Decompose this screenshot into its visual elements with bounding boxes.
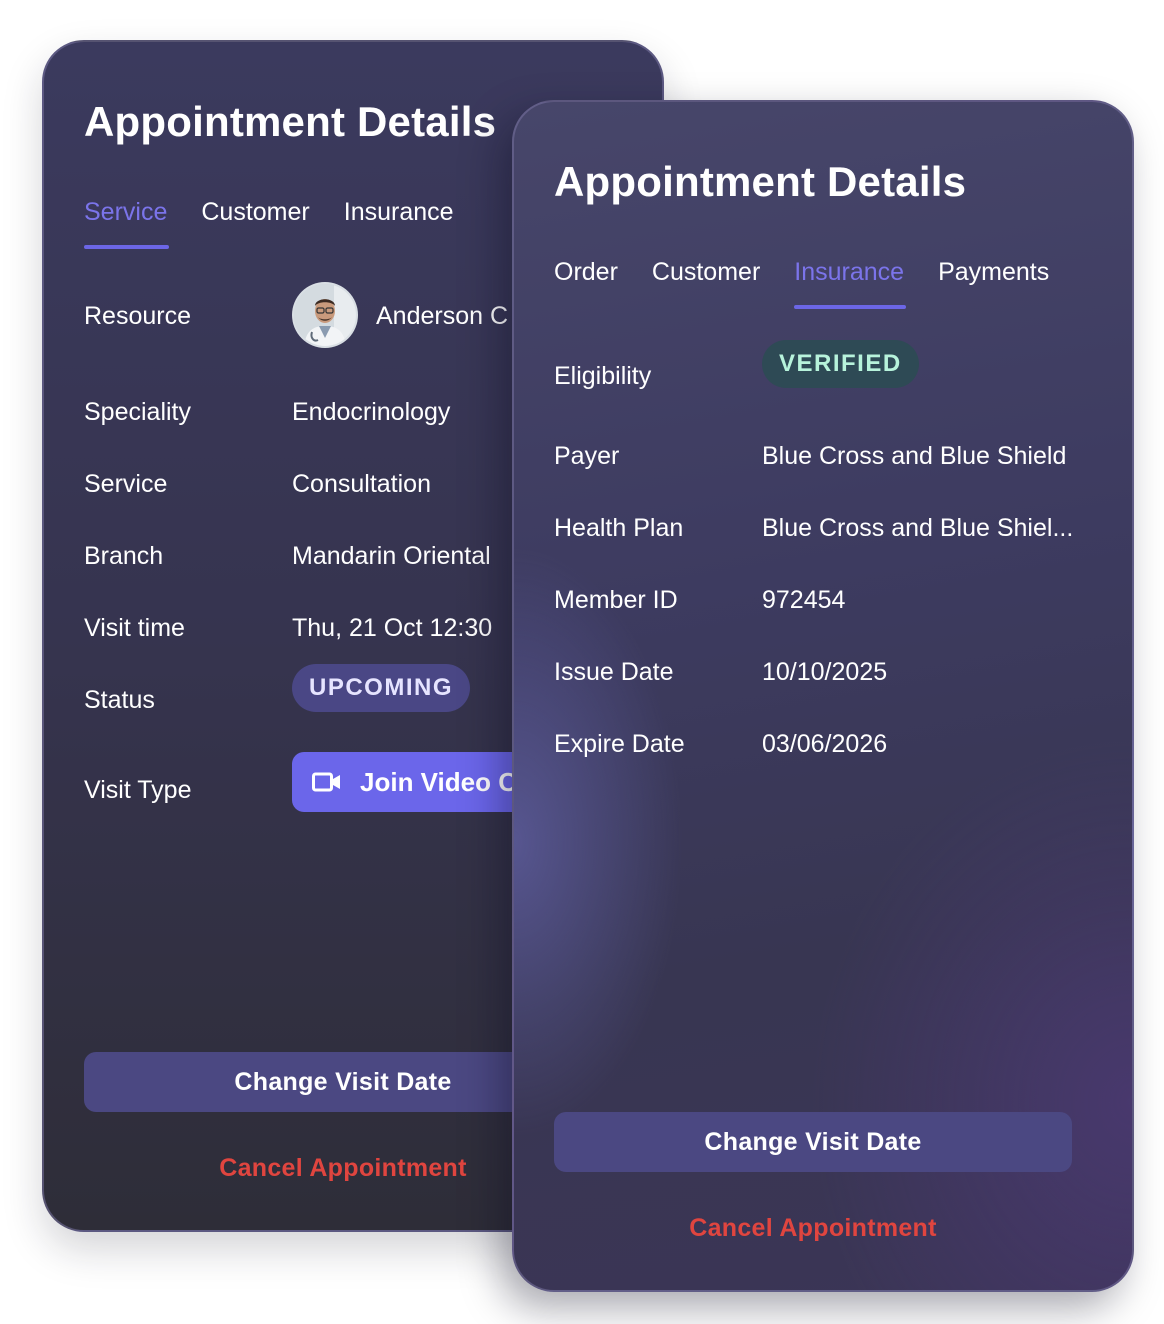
branch-label: Branch xyxy=(84,542,164,570)
eligibility-badge: VERIFIED xyxy=(762,340,919,388)
status-label: Status xyxy=(84,686,155,714)
tab-bar: Order Customer Insurance Payments xyxy=(554,258,1049,309)
member-id-row: Member ID 972454 xyxy=(554,580,1132,620)
video-camera-icon xyxy=(312,772,340,792)
member-id-label: Member ID xyxy=(554,586,678,614)
health-plan-value: Blue Cross and Blue Shiel... xyxy=(762,514,1074,542)
tab-payments[interactable]: Payments xyxy=(938,258,1049,309)
tab-insurance[interactable]: Insurance xyxy=(344,198,454,249)
resource-label: Resource xyxy=(84,302,191,330)
visit-time-value: Thu, 21 Oct 12:30 xyxy=(292,614,493,642)
visit-time-label: Visit time xyxy=(84,614,185,642)
doctor-avatar xyxy=(292,282,358,348)
tab-order[interactable]: Order xyxy=(554,258,618,309)
cancel-appointment-button[interactable]: Cancel Appointment xyxy=(554,1214,1072,1243)
doctor-avatar-image xyxy=(294,284,356,346)
visit-type-label: Visit Type xyxy=(84,776,192,804)
service-value: Consultation xyxy=(292,470,431,498)
payer-row: Payer Blue Cross and Blue Shield xyxy=(554,436,1132,476)
speciality-value: Endocrinology xyxy=(292,398,451,426)
join-video-label: Join Video C xyxy=(360,767,517,797)
eligibility-row: Eligibility VERIFIED xyxy=(554,340,1132,396)
member-id-value: 972454 xyxy=(762,586,846,614)
health-plan-label: Health Plan xyxy=(554,514,684,542)
issue-date-value: 10/10/2025 xyxy=(762,658,888,686)
expire-date-value: 03/06/2026 xyxy=(762,730,888,758)
tab-customer[interactable]: Customer xyxy=(201,198,309,249)
resource-value: Anderson C xyxy=(376,302,509,330)
speciality-label: Speciality xyxy=(84,398,191,426)
status-badge: UPCOMING xyxy=(292,664,470,712)
health-plan-row: Health Plan Blue Cross and Blue Shiel... xyxy=(554,508,1132,548)
issue-date-row: Issue Date 10/10/2025 xyxy=(554,652,1132,692)
tab-service[interactable]: Service xyxy=(84,198,170,249)
expire-date-label: Expire Date xyxy=(554,730,685,758)
eligibility-label: Eligibility xyxy=(554,362,652,390)
tab-customer[interactable]: Customer xyxy=(652,258,760,309)
appointment-card-insurance: Appointment Details Order Customer Insur… xyxy=(512,100,1134,1292)
issue-date-label: Issue Date xyxy=(554,658,674,686)
service-label: Service xyxy=(84,470,168,498)
page-title: Appointment Details xyxy=(84,98,497,145)
change-visit-date-button[interactable]: Change Visit Date xyxy=(554,1112,1072,1172)
page-title: Appointment Details xyxy=(554,158,967,205)
tab-bar: Service Customer Insurance xyxy=(84,198,454,249)
tab-insurance[interactable]: Insurance xyxy=(794,258,906,309)
payer-label: Payer xyxy=(554,442,620,470)
branch-value: Mandarin Oriental xyxy=(292,542,491,570)
expire-date-row: Expire Date 03/06/2026 xyxy=(554,724,1132,764)
payer-value: Blue Cross and Blue Shield xyxy=(762,442,1067,470)
